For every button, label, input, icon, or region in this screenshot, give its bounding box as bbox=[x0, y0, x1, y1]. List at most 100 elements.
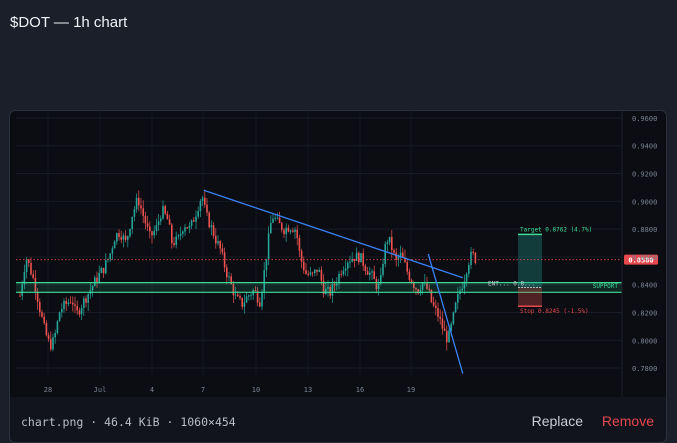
candle-body bbox=[250, 295, 252, 296]
candle-body bbox=[303, 261, 305, 271]
candle-body bbox=[226, 267, 228, 278]
file-size: 46.4 KiB bbox=[104, 415, 160, 429]
candle-body bbox=[452, 312, 455, 324]
candle-body bbox=[63, 300, 65, 310]
candle-body bbox=[41, 312, 43, 317]
candle-body bbox=[151, 231, 153, 236]
candle-body bbox=[182, 231, 184, 234]
candle-body bbox=[228, 276, 230, 278]
y-tick-label: 0.7800 bbox=[632, 365, 657, 373]
candle-body bbox=[144, 215, 147, 224]
candle-body bbox=[349, 261, 351, 263]
candle-body bbox=[96, 277, 98, 282]
candle-body bbox=[366, 271, 369, 275]
y-tick-label: 0.8800 bbox=[632, 226, 657, 234]
candle-body bbox=[441, 318, 444, 329]
candle-body bbox=[39, 301, 41, 313]
y-tick-label: 0.9200 bbox=[632, 171, 657, 179]
candlestick-chart: Target 0.8762 (4.7%) Stop 0.8245 (-1.5%) E… bbox=[16, 111, 658, 397]
x-tick-label: 28 bbox=[44, 386, 52, 394]
candle-body bbox=[100, 267, 103, 273]
candle-body bbox=[98, 272, 100, 282]
candle-body bbox=[373, 271, 375, 280]
x-tick-label: Jul bbox=[94, 386, 107, 394]
file-dimensions: 1060×454 bbox=[180, 415, 236, 429]
candle-body bbox=[241, 297, 243, 307]
candle-body bbox=[259, 302, 261, 307]
candle-body bbox=[221, 248, 224, 253]
candle-body bbox=[369, 272, 371, 275]
candle-body bbox=[80, 308, 83, 315]
candle-body bbox=[50, 338, 52, 350]
candle-body bbox=[289, 230, 292, 232]
candle-body bbox=[281, 223, 283, 230]
candle-body bbox=[171, 224, 173, 244]
candle-body bbox=[133, 209, 136, 217]
y-tick-label: 0.8400 bbox=[632, 282, 657, 290]
candle-body bbox=[157, 221, 160, 226]
candle-body bbox=[353, 258, 356, 261]
candle-body bbox=[118, 233, 120, 238]
candle-body bbox=[135, 197, 138, 210]
candle-body bbox=[344, 268, 347, 271]
candle-body bbox=[162, 206, 164, 219]
page-title: $DOT — 1h chart bbox=[10, 14, 128, 31]
candle-body bbox=[439, 316, 441, 319]
candle-body bbox=[454, 302, 457, 313]
candle-body bbox=[67, 302, 70, 304]
file-footer: chart.png · 46.4 KiB · 1060×454 Replace … bbox=[10, 407, 666, 442]
candle-body bbox=[199, 200, 202, 212]
candle-body bbox=[300, 250, 303, 262]
candle-body bbox=[435, 305, 437, 308]
candle-body bbox=[25, 259, 28, 272]
candle-body bbox=[131, 216, 133, 230]
candle-body bbox=[395, 252, 397, 260]
candle-body bbox=[32, 274, 34, 279]
file-info: chart.png · 46.4 KiB · 1060×454 bbox=[21, 415, 236, 429]
separator: · bbox=[90, 415, 98, 429]
candle-body bbox=[30, 262, 32, 275]
candle-body bbox=[239, 296, 241, 298]
candle-body bbox=[265, 258, 268, 271]
y-tick-label: 0.8000 bbox=[632, 337, 657, 345]
candle-body bbox=[195, 216, 197, 222]
chart-axes: 0.9600 0.9400 0.9200 0.9000 0.8800 0.8600 0.84… bbox=[44, 111, 657, 397]
candle-body bbox=[382, 263, 384, 276]
remove-button[interactable]: Remove bbox=[602, 413, 654, 429]
candle-body bbox=[296, 229, 298, 238]
candle-body bbox=[204, 197, 206, 205]
candle-body bbox=[272, 218, 274, 223]
candle-body bbox=[305, 270, 307, 275]
candle-body bbox=[140, 205, 142, 209]
candle-body bbox=[210, 225, 213, 228]
candle-body bbox=[318, 269, 320, 272]
entry-label: ENT... 0.8... bbox=[488, 280, 535, 287]
separator: · bbox=[166, 415, 174, 429]
candle-body bbox=[307, 274, 309, 275]
candle-body bbox=[217, 241, 219, 244]
candle-body bbox=[283, 229, 285, 235]
candle-body bbox=[408, 271, 411, 281]
candle-body bbox=[201, 197, 204, 201]
candle-body bbox=[105, 260, 107, 274]
candle-body bbox=[237, 294, 239, 297]
candle-body bbox=[78, 310, 81, 315]
candle-body bbox=[364, 265, 367, 272]
candle-body bbox=[65, 300, 67, 304]
candle-body bbox=[122, 235, 125, 240]
candle-body bbox=[155, 225, 158, 231]
candle-body bbox=[52, 337, 54, 350]
candle-body bbox=[129, 229, 131, 237]
candle-body bbox=[446, 330, 448, 343]
candle-body bbox=[74, 304, 76, 306]
candle-body bbox=[61, 309, 63, 313]
candle-body bbox=[36, 291, 39, 302]
candle-body bbox=[175, 236, 177, 246]
replace-button[interactable]: Replace bbox=[532, 413, 583, 429]
candle-body bbox=[358, 252, 360, 263]
x-tick-label: 7 bbox=[201, 386, 205, 394]
candle-body bbox=[72, 302, 74, 305]
candle-body bbox=[340, 273, 342, 275]
candle-body bbox=[432, 302, 435, 306]
candle-body bbox=[245, 296, 248, 303]
